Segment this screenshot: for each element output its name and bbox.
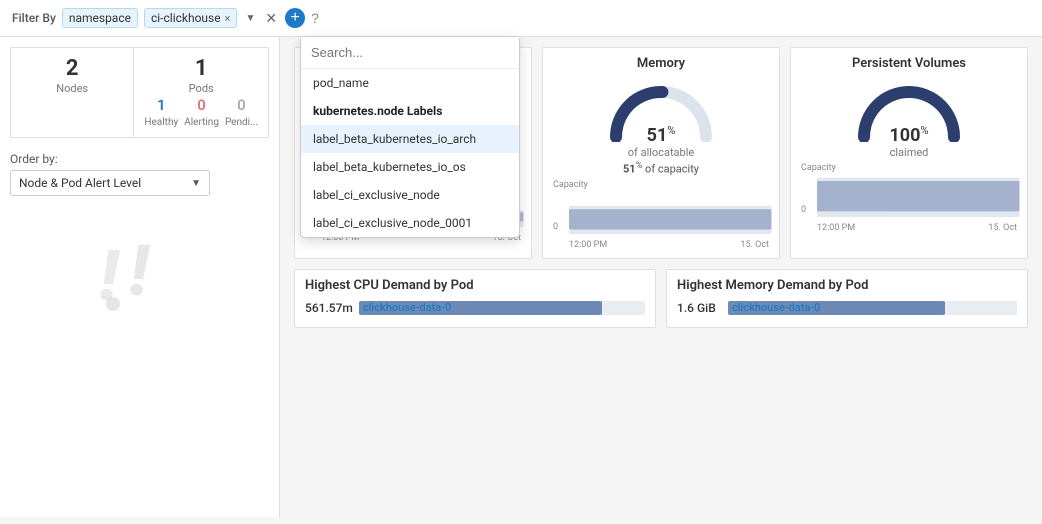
memory-panel: Memory 51% of allocatable 51% of capacit…	[542, 47, 780, 259]
memory-demand-panel: Highest Memory Demand by Pod 1.6 GiB cli…	[666, 269, 1028, 328]
namespace-filter-tag[interactable]: namespace	[62, 8, 138, 28]
pods-count: 1	[144, 56, 258, 81]
pv-claimed-label: claimed	[890, 146, 929, 159]
demand-row: Highest CPU Demand by Pod 561.57m clickh…	[294, 269, 1028, 328]
memory-demand-bar-row: 1.6 GiB clickhouse-data-0	[677, 301, 1017, 315]
alert-icon-area: ! !	[10, 226, 269, 316]
small-circle-icon	[106, 297, 120, 311]
dropdown-item-exclusive-node-0001[interactable]: label_ci_exclusive_node_0001	[301, 209, 519, 237]
order-label: Order by:	[10, 152, 269, 166]
memory-chart-timeline: 12:00 PM 15. Oct	[569, 240, 769, 250]
pv-panel-title: Persistent Volumes	[801, 56, 1017, 71]
alerting-stat: 0 Alerting	[184, 96, 219, 129]
dropdown-item-exclusive-node[interactable]: label_ci_exclusive_node	[301, 181, 519, 209]
pv-chart-timeline: 12:00 PM 15. Oct	[817, 223, 1017, 233]
stats-row: 2 Nodes 1 Pods 1 Healthy 0 Alerting 0	[10, 47, 269, 138]
exclamation-icon-2: !	[130, 231, 149, 313]
dropdown-search-input[interactable]	[301, 37, 519, 69]
alerting-count: 0	[184, 96, 219, 114]
dropdown-item-k8s-labels[interactable]: kubernetes.node Labels	[301, 97, 519, 125]
filter-dropdown-button[interactable]: ▼	[243, 13, 257, 24]
cpu-demand-pod-label: clickhouse-data-0	[363, 301, 451, 315]
memory-allocatable-label: of allocatable	[628, 146, 694, 159]
cpu-demand-bar: clickhouse-data-0	[359, 301, 645, 315]
ci-clickhouse-tag-value: ci-clickhouse	[151, 11, 221, 25]
filter-dropdown: pod_name kubernetes.node Labels label_be…	[300, 36, 520, 238]
memory-capacity-sup: %	[636, 161, 643, 171]
filter-bar: Filter By namespace ci-clickhouse × ▼ ✕ …	[0, 0, 1042, 37]
healthy-count: 1	[144, 96, 178, 114]
namespace-tag-name: namespace	[69, 11, 131, 25]
memory-chart-area: Capacity 0 12:00 PM 15. Oct	[553, 180, 769, 250]
cpu-demand-title: Highest CPU Demand by Pod	[305, 278, 645, 293]
main-content: 2 Nodes 1 Pods 1 Healthy 0 Alerting 0	[0, 37, 1042, 517]
pv-panel: Persistent Volumes 100% claimed Capacity…	[790, 47, 1028, 259]
nodes-label: Nodes	[56, 82, 88, 95]
pods-sub-row: 1 Healthy 0 Alerting 0 Pendi...	[144, 96, 258, 129]
cpu-demand-value: 561.57m	[305, 301, 353, 315]
healthy-label: Healthy	[144, 117, 178, 128]
memory-panel-title: Memory	[553, 56, 769, 71]
pending-label: Pendi...	[225, 117, 258, 128]
filter-by-label: Filter By	[12, 11, 56, 25]
pv-time-start: 12:00 PM	[817, 223, 855, 233]
pv-gauge-container: 100% claimed	[801, 77, 1017, 159]
order-select-value: Node & Pod Alert Level	[19, 176, 141, 190]
pv-time-end: 15. Oct	[988, 223, 1017, 233]
pods-stat-box: 1 Pods 1 Healthy 0 Alerting 0 Pendi...	[133, 47, 269, 138]
alerting-label: Alerting	[184, 117, 219, 128]
ci-clickhouse-tag-close[interactable]: ×	[225, 13, 231, 24]
pv-chart-area: Capacity 0 12:00 PM 15. Oct	[801, 163, 1017, 233]
memory-chart-svg	[569, 189, 772, 234]
pending-count: 0	[225, 96, 258, 114]
pv-gauge-pct: 100%	[889, 125, 928, 146]
nodes-count: 2	[21, 56, 123, 81]
memory-capacity-row: 51% of capacity	[623, 161, 699, 176]
memory-gauge-container: 51% of allocatable 51% of capacity	[553, 77, 769, 176]
pv-chart-svg	[817, 172, 1020, 217]
cpu-demand-panel: Highest CPU Demand by Pod 561.57m clickh…	[294, 269, 656, 328]
pv-chart-zero: 0	[801, 205, 806, 215]
sidebar: 2 Nodes 1 Pods 1 Healthy 0 Alerting 0	[0, 37, 280, 517]
order-select[interactable]: Node & Pod Alert Level ▼	[10, 170, 210, 196]
alert-icon: ! !	[90, 226, 190, 316]
chevron-down-icon: ▼	[191, 178, 201, 189]
filter-help-button[interactable]: ?	[311, 10, 319, 26]
dropdown-item-arch[interactable]: label_beta_kubernetes_io_arch	[301, 125, 519, 153]
filter-clear-button[interactable]: ✕	[263, 10, 279, 27]
ci-clickhouse-filter-tag[interactable]: ci-clickhouse ×	[144, 8, 238, 28]
memory-demand-title: Highest Memory Demand by Pod	[677, 278, 1017, 293]
memory-capacity-label: of capacity	[645, 163, 699, 176]
memory-demand-value: 1.6 GiB	[677, 301, 722, 315]
memory-time-start: 12:00 PM	[569, 240, 607, 250]
memory-capacity-pct: 51	[623, 163, 636, 176]
pending-stat: 0 Pendi...	[225, 96, 258, 129]
memory-gauge-pct: 51%	[647, 125, 676, 146]
healthy-stat: 1 Healthy	[144, 96, 178, 129]
memory-chart-zero: 0	[553, 222, 558, 232]
dropdown-item-pod-name[interactable]: pod_name	[301, 69, 519, 97]
filter-add-button[interactable]: +	[285, 8, 305, 28]
dropdown-item-os[interactable]: label_beta_kubernetes_io_os	[301, 153, 519, 181]
memory-time-end: 15. Oct	[740, 240, 769, 250]
cpu-demand-bar-row: 561.57m clickhouse-data-0	[305, 301, 645, 315]
pods-label: Pods	[189, 82, 214, 95]
memory-demand-bar: clickhouse-data-0	[728, 301, 1017, 315]
nodes-stat-box: 2 Nodes	[10, 47, 133, 138]
memory-demand-pod-label: clickhouse-data-0	[732, 301, 820, 315]
